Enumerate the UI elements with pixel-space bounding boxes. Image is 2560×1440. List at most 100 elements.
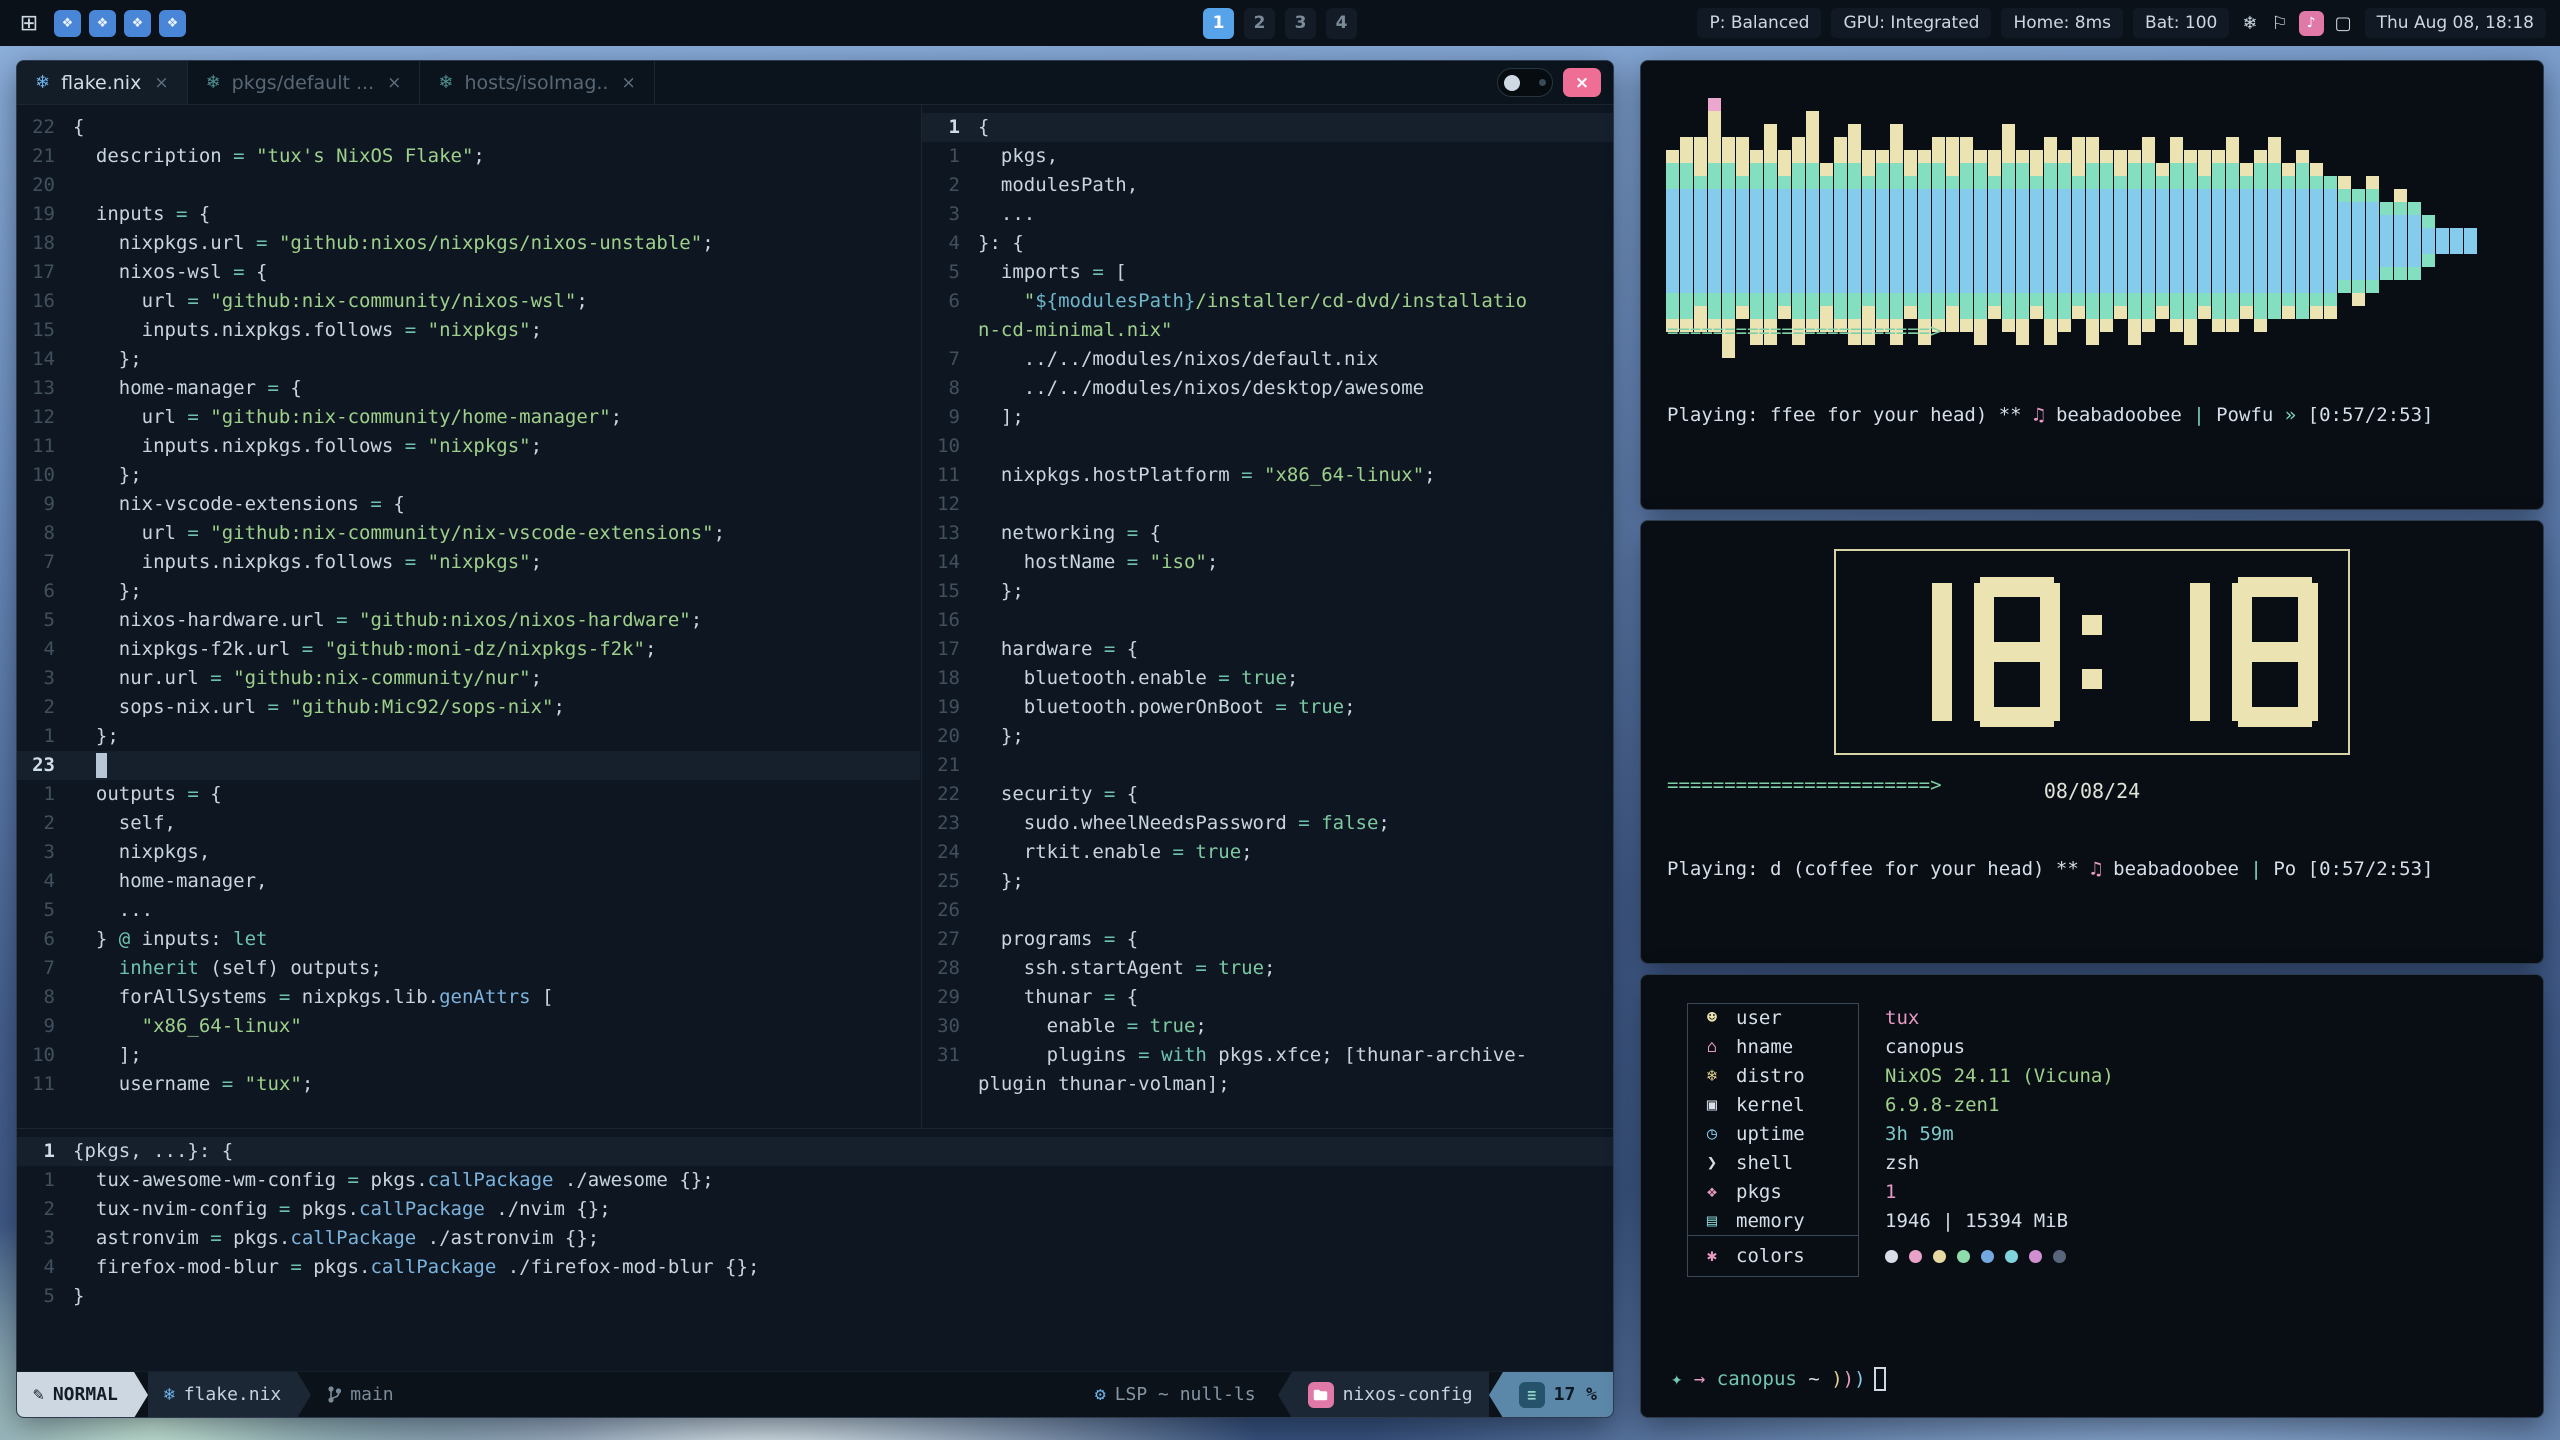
code-line[interactable]: 17 nixos-wsl = { [17, 258, 920, 287]
code-line[interactable]: 16 [922, 606, 1613, 635]
code-line[interactable]: 13 home-manager = { [17, 374, 920, 403]
pane-iso-image[interactable]: 1{1 pkgs,2 modulesPath,3 ...4}: {5 impor… [921, 105, 1613, 1128]
code-line[interactable]: 7 ../../modules/nixos/default.nix [922, 345, 1613, 374]
code-line[interactable]: 24 rtkit.enable = true; [922, 838, 1613, 867]
code-line[interactable]: 18 bluetooth.enable = true; [922, 664, 1613, 693]
code-line[interactable]: 23 sudo.wheelNeedsPassword = false; [922, 809, 1613, 838]
tag-2[interactable]: 2 [1244, 8, 1275, 39]
code-line[interactable]: 10 [922, 432, 1613, 461]
code-line[interactable]: 1 tux-awesome-wm-config = pkgs.callPacka… [17, 1166, 1613, 1195]
dock-item-1[interactable]: ❖ [54, 10, 81, 37]
code-line[interactable]: 12 [922, 490, 1613, 519]
code-line[interactable]: plugin thunar-volman]; [922, 1070, 1613, 1099]
code-line[interactable]: 11 username = "tux"; [17, 1070, 920, 1099]
code-line[interactable]: 20 [17, 171, 920, 200]
code-line[interactable]: 1{ [922, 113, 1613, 142]
pane-pkgs-default[interactable]: 1{pkgs, ...}: {1 tux-awesome-wm-config =… [17, 1128, 1613, 1371]
code-line[interactable]: 9 nix-vscode-extensions = { [17, 490, 920, 519]
code-line[interactable]: 29 thunar = { [922, 983, 1613, 1012]
code-line[interactable]: 8 url = "github:nix-community/nix-vscode… [17, 519, 920, 548]
visualizer-terminal[interactable]: =======================> Playing: ffee f… [1640, 60, 2544, 510]
code-line[interactable]: 2 self, [17, 809, 920, 838]
code-line[interactable]: 1 }; [17, 722, 920, 751]
window-close-button[interactable]: × [1563, 68, 1601, 97]
code-line[interactable]: 17 hardware = { [922, 635, 1613, 664]
code-line[interactable]: 4 nixpkgs-f2k.url = "github:moni-dz/nixp… [17, 635, 920, 664]
code-line[interactable]: 18 nixpkgs.url = "github:nixos/nixpkgs/n… [17, 229, 920, 258]
tag-3[interactable]: 3 [1285, 8, 1316, 39]
dock-item-4[interactable]: ❖ [159, 10, 186, 37]
tab-pkgs-default[interactable]: ❄ pkgs/default ... × [188, 61, 421, 104]
code-line[interactable]: 22{ [17, 113, 920, 142]
code-line[interactable]: 12 url = "github:nix-community/home-mana… [17, 403, 920, 432]
code-line[interactable]: 20 }; [922, 722, 1613, 751]
code-line[interactable]: 8 forAllSystems = nixpkgs.lib.genAttrs [ [17, 983, 920, 1012]
code-line[interactable]: 3 astronvim = pkgs.callPackage ./astronv… [17, 1224, 1613, 1253]
code-line[interactable]: 7 inherit (self) outputs; [17, 954, 920, 983]
screenshot-icon[interactable]: ▢ [2332, 13, 2355, 34]
dock-item-3[interactable]: ❖ [124, 10, 151, 37]
code-line[interactable]: 14 }; [17, 345, 920, 374]
code-line[interactable]: 3 ... [922, 200, 1613, 229]
code-line[interactable]: 8 ../../modules/nixos/desktop/awesome [922, 374, 1613, 403]
code-line[interactable]: 25 }; [922, 867, 1613, 896]
launcher-icon[interactable]: ⊞ [14, 11, 44, 36]
code-line[interactable]: 1{pkgs, ...}: { [17, 1137, 1613, 1166]
code-line[interactable]: 13 networking = { [922, 519, 1613, 548]
code-line[interactable]: 15 inputs.nixpkgs.follows = "nixpkgs"; [17, 316, 920, 345]
code-line[interactable]: 19 inputs = { [17, 200, 920, 229]
tag-1[interactable]: 1 [1203, 8, 1234, 39]
pane-flake-nix[interactable]: 22{21 description = "tux's NixOS Flake";… [17, 105, 920, 1128]
code-line[interactable]: 9 "x86_64-linux" [17, 1012, 920, 1041]
code-line[interactable]: 28 ssh.startAgent = true; [922, 954, 1613, 983]
code-line[interactable]: 6 } @ inputs: let [17, 925, 920, 954]
code-line[interactable]: 5 imports = [ [922, 258, 1613, 287]
code-line[interactable]: 31 plugins = with pkgs.xfce; [thunar-arc… [922, 1041, 1613, 1070]
fetch-terminal[interactable]: ☻usertux⌂hnamecanopus❄distroNixOS 24.11 … [1640, 974, 2544, 1418]
code-line[interactable]: 1 outputs = { [17, 780, 920, 809]
media-badge-icon[interactable]: ♪ [2299, 11, 2324, 36]
code-line[interactable]: 2 sops-nix.url = "github:Mic92/sops-nix"… [17, 693, 920, 722]
code-line[interactable]: 19 bluetooth.powerOnBoot = true; [922, 693, 1613, 722]
code-line[interactable]: 15 }; [922, 577, 1613, 606]
code-line[interactable]: 3 nixpkgs, [17, 838, 920, 867]
code-line[interactable]: 11 nixpkgs.hostPlatform = "x86_64-linux"… [922, 461, 1613, 490]
code-line[interactable]: 21 description = "tux's NixOS Flake"; [17, 142, 920, 171]
code-line[interactable]: 7 inputs.nixpkgs.follows = "nixpkgs"; [17, 548, 920, 577]
code-line[interactable]: 5 nixos-hardware.url = "github:nixos/nix… [17, 606, 920, 635]
code-line[interactable]: 10 ]; [17, 1041, 920, 1070]
code-line[interactable]: 21 [922, 751, 1613, 780]
code-line[interactable]: 22 security = { [922, 780, 1613, 809]
tab-flake-nix[interactable]: ❄ flake.nix × [17, 61, 188, 104]
code-line[interactable]: 4 home-manager, [17, 867, 920, 896]
code-line[interactable]: 6 }; [17, 577, 920, 606]
flag-icon[interactable]: ⚐ [2268, 13, 2290, 34]
shell-prompt[interactable]: ✦ → canopus ~ ))) [1671, 1367, 1886, 1391]
code-line[interactable]: 2 modulesPath, [922, 171, 1613, 200]
code-line[interactable]: 3 nur.url = "github:nix-community/nur"; [17, 664, 920, 693]
code-line[interactable]: 1 pkgs, [922, 142, 1613, 171]
code-line[interactable]: 2 tux-nvim-config = pkgs.callPackage ./n… [17, 1195, 1613, 1224]
code-line[interactable]: 4 firefox-mod-blur = pkgs.callPackage ./… [17, 1253, 1613, 1282]
tab-close-icon[interactable]: × [619, 73, 635, 93]
code-line[interactable]: n-cd-minimal.nix" [922, 316, 1613, 345]
code-line[interactable]: 11 inputs.nixpkgs.follows = "nixpkgs"; [17, 432, 920, 461]
code-line[interactable]: 26 [922, 896, 1613, 925]
clock-terminal[interactable]: 08/08/24 =======================> Playin… [1640, 520, 2544, 964]
code-line[interactable]: 16 url = "github:nix-community/nixos-wsl… [17, 287, 920, 316]
code-line[interactable]: 4}: { [922, 229, 1613, 258]
tab-close-icon[interactable]: × [385, 73, 401, 93]
code-line[interactable]: 6 "${modulesPath}/installer/cd-dvd/insta… [922, 287, 1613, 316]
code-line[interactable]: 27 programs = { [922, 925, 1613, 954]
code-line[interactable]: 23 [17, 751, 920, 780]
tab-close-icon[interactable]: × [152, 73, 168, 93]
editor-window[interactable]: ❄ flake.nix × ❄ pkgs/default ... × ❄ hos… [16, 60, 1614, 1418]
clock-chip[interactable]: Thu Aug 08, 18:18 [2365, 8, 2546, 38]
dock-item-2[interactable]: ❖ [89, 10, 116, 37]
tab-hosts-isoimage[interactable]: ❄ hosts/isoImag.. × [420, 61, 654, 104]
code-line[interactable]: 30 enable = true; [922, 1012, 1613, 1041]
code-line[interactable]: 5} [17, 1282, 1613, 1311]
code-line[interactable]: 14 hostName = "iso"; [922, 548, 1613, 577]
tag-4[interactable]: 4 [1326, 8, 1357, 39]
code-line[interactable]: 10 }; [17, 461, 920, 490]
